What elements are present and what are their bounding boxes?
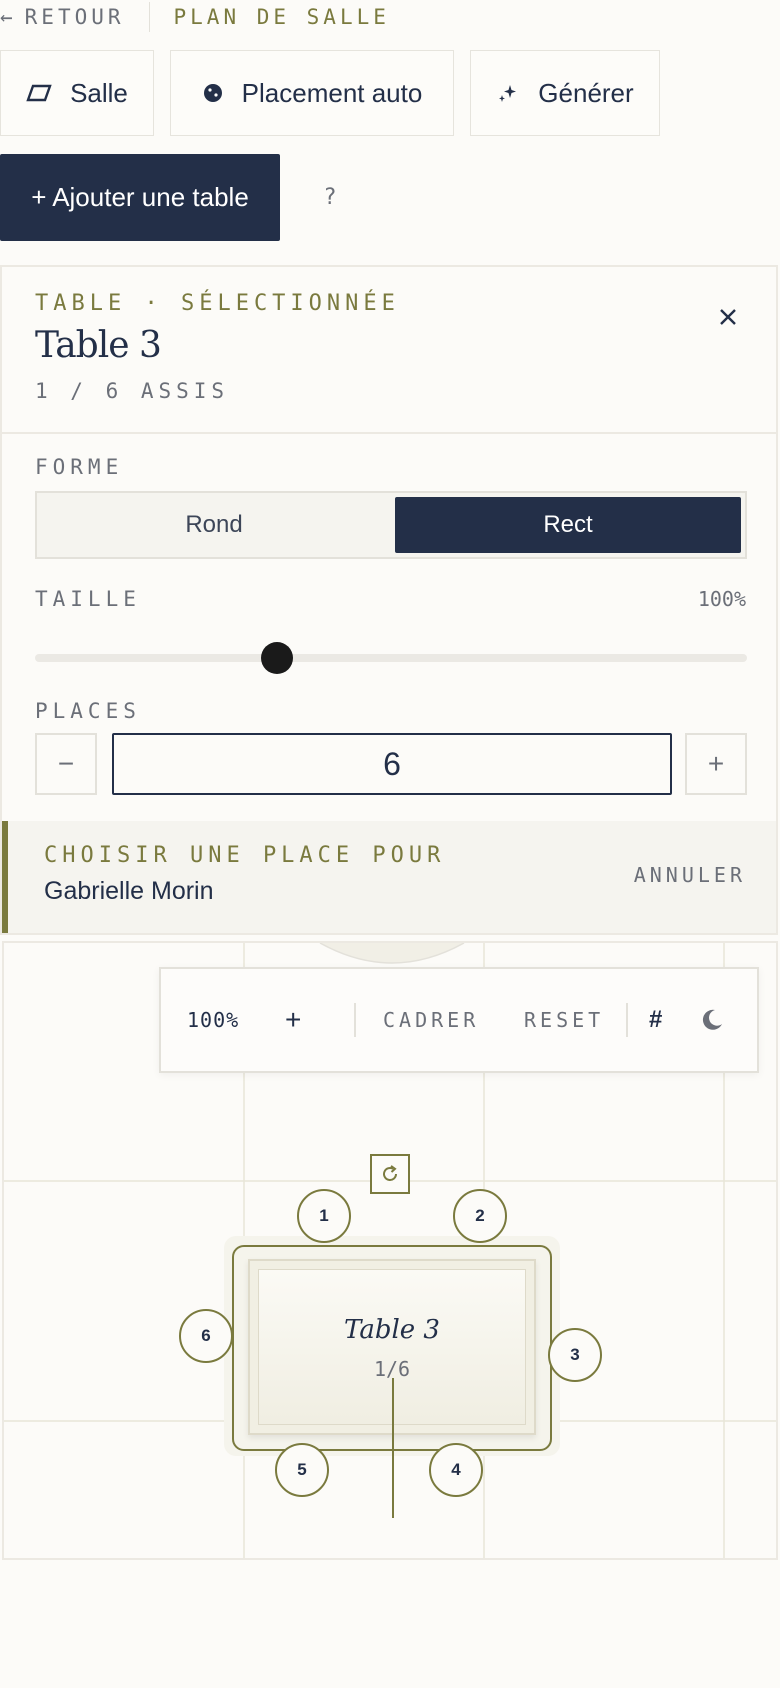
shape-toggle: Rond Rect [35, 491, 747, 559]
toolbar-divider [626, 1003, 628, 1037]
size-value: 100% [697, 587, 746, 611]
size-label: TAILLE [35, 587, 141, 611]
panel-eyebrow: TABLE · SÉLECTIONNÉE [35, 291, 400, 316]
sparkles-icon [499, 85, 517, 102]
seated-count: 1 / 6 ASSIS [35, 379, 230, 403]
parallelogram-icon [26, 84, 52, 102]
moon-icon [702, 1009, 722, 1030]
zoom-in-button[interactable]: + [285, 969, 305, 1071]
shape-option-rect[interactable]: Rect [395, 497, 741, 553]
generer-button[interactable]: Générer [470, 50, 660, 136]
breadcrumb: PLAN DE SALLE [173, 5, 390, 29]
size-slider-thumb[interactable] [261, 642, 294, 674]
rotate-icon [383, 1165, 397, 1181]
seat-picker-prompt: CHOISIR UNE PLACE POUR [44, 843, 446, 868]
close-icon [720, 309, 736, 325]
dark-mode-toggle[interactable] [699, 969, 725, 1071]
shape-option-rond[interactable]: Rond [41, 497, 387, 553]
guest-name: Gabrielle Morin [44, 877, 214, 905]
placement-auto-label: Placement auto [241, 77, 423, 108]
back-label: RETOUR [24, 5, 125, 29]
arrow-left-icon: ← [0, 5, 17, 29]
cancel-button[interactable]: ANNULER [634, 863, 746, 887]
salle-label: Salle [70, 77, 128, 108]
top-bar: ← RETOUR PLAN DE SALLE [0, 0, 780, 34]
seat-5[interactable]: 5 [275, 1443, 329, 1497]
panel-header: TABLE · SÉLECTIONNÉE Table 3 1 / 6 ASSIS [2, 267, 776, 434]
table-name: Table 3 [344, 1315, 440, 1345]
shape-label: FORME [35, 455, 124, 479]
salle-button[interactable]: Salle [0, 50, 154, 136]
close-button[interactable] [708, 297, 748, 337]
add-table-button[interactable]: + Ajouter une table [0, 154, 280, 241]
seat-3[interactable]: 3 [548, 1328, 602, 1382]
toolbar-divider [354, 1003, 356, 1037]
places-increment-button[interactable]: + [685, 733, 747, 795]
rotate-handle[interactable] [370, 1154, 410, 1194]
grid-toggle-icon[interactable]: # [649, 969, 662, 1071]
placement-auto-button[interactable]: Placement auto [170, 50, 454, 136]
size-slider-track[interactable] [35, 654, 747, 662]
dice-icon [203, 84, 222, 102]
floor-plan-canvas[interactable]: 100% + CADRER RESET # Table 3 1/6 1 2 3 … [2, 941, 778, 1560]
help-button[interactable]: ? [310, 170, 350, 224]
seat-4[interactable]: 4 [429, 1443, 483, 1497]
zoom-level: 100% [187, 1008, 240, 1032]
reset-button[interactable]: RESET [524, 969, 604, 1071]
places-input[interactable]: 6 [112, 733, 672, 795]
places-decrement-button[interactable]: − [35, 733, 97, 795]
panel-title: Table 3 [35, 325, 162, 366]
generer-label: Générer [538, 77, 634, 108]
back-link[interactable]: ← RETOUR [0, 5, 125, 29]
alignment-guide [392, 1378, 394, 1518]
canvas-toolbar: 100% + CADRER RESET # [159, 967, 759, 1073]
seat-picker-banner: CHOISIR UNE PLACE POUR Gabrielle Morin A… [2, 821, 776, 933]
seat-2[interactable]: 2 [453, 1189, 507, 1243]
fit-button[interactable]: CADRER [383, 969, 479, 1071]
seat-1[interactable]: 1 [297, 1189, 351, 1243]
divider [148, 2, 150, 32]
table-panel: TABLE · SÉLECTIONNÉE Table 3 1 / 6 ASSIS… [0, 265, 778, 935]
seat-6[interactable]: 6 [179, 1309, 233, 1363]
places-label: PLACES [35, 699, 141, 723]
